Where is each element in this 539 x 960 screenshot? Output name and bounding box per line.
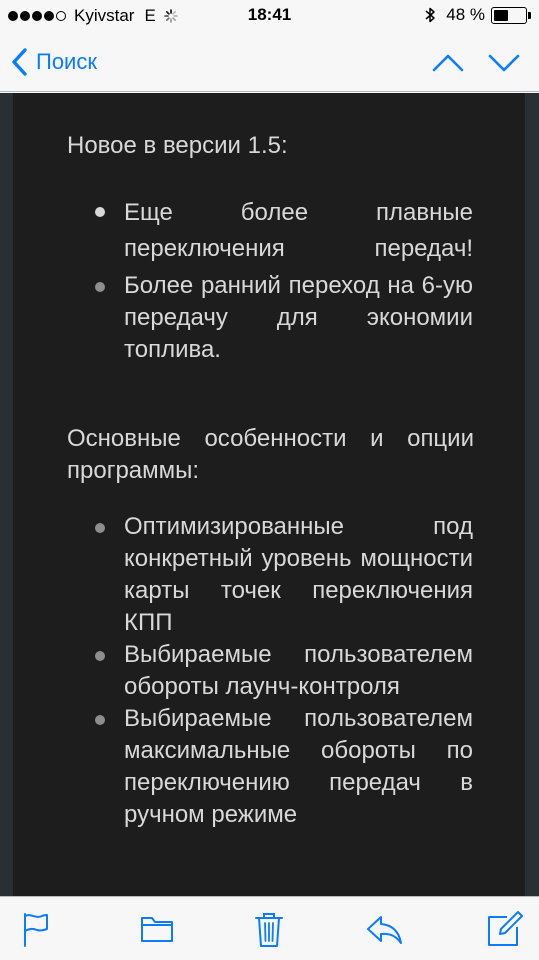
release-notes-panel: Новое в версии 1.5: Еще более плавные пе…: [13, 93, 525, 896]
compose-icon: [488, 911, 523, 946]
chevron-left-icon: [12, 48, 27, 76]
trash-icon: [255, 913, 283, 947]
back-button[interactable]: Поиск: [10, 44, 97, 80]
flag-icon: [24, 913, 48, 947]
back-button-label: Поиск: [36, 49, 97, 74]
folder-icon: [141, 917, 173, 942]
list-item-text: Еще более плавные переключения передач!: [124, 199, 473, 262]
list-item: Еще более плавные переключения передач!: [13, 195, 525, 267]
bluetooth-icon: [425, 7, 435, 23]
list-item: Выбираемые пользователем максимальные об…: [13, 703, 525, 831]
message-navigation: [409, 48, 521, 78]
whats-new-list: Еще более плавные переключения передач! …: [13, 195, 525, 366]
bullet-dot: [95, 651, 105, 661]
chevron-up-icon[interactable]: [431, 48, 465, 78]
reply-icon: [367, 916, 402, 944]
features-title: Основные особенности и опции программы:: [67, 425, 474, 484]
battery-icon: [491, 6, 527, 24]
flag-button[interactable]: [16, 909, 56, 949]
chevron-down-icon[interactable]: [487, 48, 521, 78]
status-right: 48 %: [424, 5, 531, 25]
navigation-bar: Поиск: [0, 34, 539, 92]
bullet-dot: [95, 715, 105, 725]
battery-percent: 48 %: [446, 5, 485, 24]
features-list: Оптимизированные под конкретный уровень …: [13, 511, 525, 831]
trash-button[interactable]: [249, 909, 289, 949]
battery-nub: [528, 11, 531, 19]
message-body[interactable]: Новое в версии 1.5: Еще более плавные пе…: [0, 93, 539, 896]
list-item: Оптимизированные под конкретный уровень …: [13, 511, 525, 639]
list-item-text: Оптимизированные под конкретный уровень …: [124, 513, 473, 636]
move-to-folder-button[interactable]: [137, 909, 177, 949]
list-item: Более ранний переход на 6-ую передачу дл…: [13, 270, 525, 366]
bottom-toolbar: [0, 896, 539, 960]
battery-level-fill: [494, 9, 508, 21]
list-item-text: Выбираемые пользователем максимальные об…: [124, 705, 473, 828]
status-bar: Kyivstar E 18:41 48 %: [0, 0, 539, 34]
reply-button[interactable]: [364, 909, 404, 949]
list-item-text: Выбираемые пользователем обороты лаунч-к…: [124, 641, 473, 700]
bullet-dot: [95, 207, 105, 217]
list-item: Выбираемые пользователем обороты лаунч-к…: [13, 639, 525, 703]
list-item-text: Более ранний переход на 6-ую передачу дл…: [124, 272, 473, 363]
bullet-dot: [95, 523, 105, 533]
bullet-dot: [95, 282, 105, 292]
whats-new-title: Новое в версии 1.5:: [67, 132, 288, 159]
compose-button[interactable]: [485, 909, 525, 949]
